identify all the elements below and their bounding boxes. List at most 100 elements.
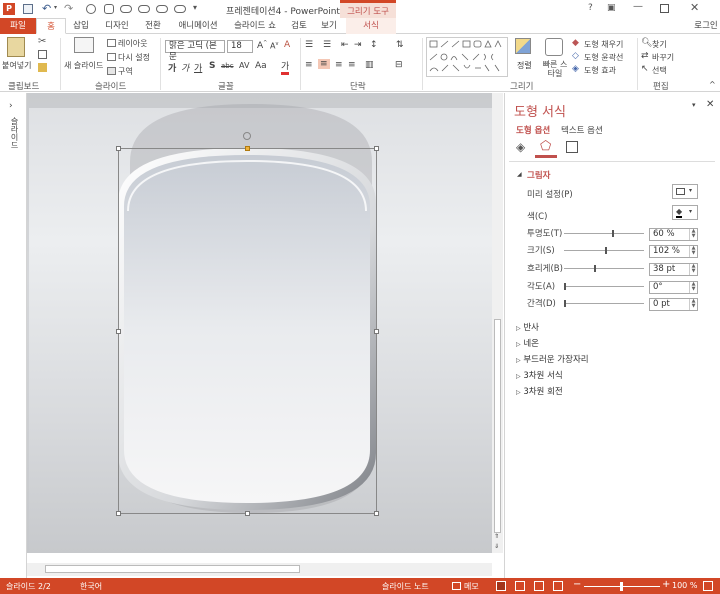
quick-access-shape-icon[interactable] (86, 4, 96, 14)
text-direction-icon[interactable]: ⇅ (396, 40, 404, 50)
close-icon[interactable]: ✕ (690, 1, 699, 14)
spinner-arrows-icon[interactable]: ▲ ▼ (689, 299, 697, 310)
slideshow-icon[interactable] (553, 581, 563, 591)
zoom-slider-thumb[interactable] (620, 582, 623, 591)
preset-dropdown[interactable]: ▾ (672, 184, 698, 199)
scroll-down-icon[interactable]: ⇓ (494, 543, 499, 550)
quick-access-cloud2-icon[interactable] (138, 5, 150, 13)
vertical-scrollbar[interactable]: ⇑ ⇓ (492, 93, 503, 553)
quick-access-cloud3-icon[interactable] (156, 5, 168, 13)
tab-text-options[interactable]: 텍스트 옵션 (561, 124, 603, 136)
tab-shape-options[interactable]: 도형 옵션 (516, 124, 550, 136)
reflection-section[interactable]: ▷ 반사 (516, 321, 539, 333)
glow-section[interactable]: ▷ 네온 (516, 337, 539, 349)
reading-view-icon[interactable] (534, 581, 544, 591)
bullets-icon[interactable]: ☰ (305, 40, 313, 50)
shadow-field-slider-thumb[interactable] (564, 300, 566, 307)
align-right-icon[interactable]: ≡ (335, 60, 343, 70)
select-button[interactable]: 선택 (652, 65, 667, 76)
arrange-icon[interactable] (515, 38, 531, 54)
shape-effects-button[interactable]: 도형 효과 (584, 65, 616, 76)
columns-icon[interactable]: ▥ (365, 60, 374, 70)
collapse-ribbon-icon[interactable]: ^ (709, 80, 716, 89)
spinner-arrows-icon[interactable]: ▲ ▼ (689, 229, 697, 240)
resize-handle-s[interactable] (245, 511, 250, 516)
rotate-handle-icon[interactable] (243, 132, 251, 140)
char-spacing-icon[interactable]: AV (239, 61, 249, 70)
expand-pane-icon[interactable]: › (9, 101, 13, 111)
font-name-select[interactable]: 맑은 고딕 (본문 (165, 40, 225, 62)
layout-button[interactable]: 레이아웃 (118, 38, 147, 49)
quick-styles-button[interactable]: 빠른 스타일 (540, 60, 570, 78)
align-text-icon[interactable]: ⊟ (395, 60, 403, 70)
tab-file[interactable]: 파일 (0, 18, 36, 34)
normal-view-icon[interactable] (496, 581, 506, 591)
increase-indent-icon[interactable]: ⇥ (354, 40, 362, 50)
shadow-field-slider[interactable] (564, 268, 644, 269)
size-properties-icon[interactable] (566, 141, 578, 153)
shapes-gallery[interactable] (426, 37, 508, 77)
tab-review[interactable]: 검토 (285, 18, 313, 34)
resize-handle-e[interactable] (374, 329, 379, 334)
effects-icon[interactable]: ⬠ (540, 139, 551, 154)
font-color-icon[interactable]: 가 (281, 59, 290, 75)
tab-format[interactable]: 서식 (346, 18, 396, 34)
color-dropdown[interactable]: ◆ ▾ (672, 205, 698, 220)
strikethrough-icon[interactable]: abc (221, 62, 234, 70)
undo-dropdown-icon[interactable]: ▾ (54, 4, 57, 11)
resize-handle-se[interactable] (374, 511, 379, 516)
shadow-field-slider-thumb[interactable] (605, 247, 607, 254)
grow-font-icon[interactable]: A^ (257, 40, 267, 51)
shadow-field-slider-thumb[interactable] (612, 230, 614, 237)
italic-icon[interactable]: 가 (181, 61, 189, 74)
shadow-field-input[interactable]: 0° ▲ ▼ (649, 281, 698, 294)
align-left-icon[interactable]: ≡ (305, 60, 313, 70)
language-indicator[interactable]: 한국어 (80, 581, 102, 592)
shrink-font-icon[interactable]: Av (270, 41, 278, 51)
new-slide-button[interactable]: 새 슬라이드 (64, 60, 103, 71)
shadow-field-input[interactable]: 0 pt ▲ ▼ (649, 298, 698, 311)
shadow-field-input[interactable]: 60 % ▲ ▼ (649, 228, 698, 241)
redo-icon[interactable]: ↷ (64, 2, 73, 15)
tab-design[interactable]: 디자인 (98, 18, 136, 34)
shadow-section-header[interactable]: 그림자 (527, 169, 550, 181)
paste-icon[interactable] (7, 37, 25, 57)
clear-format-icon[interactable]: A (284, 40, 290, 50)
shadow-field-input[interactable]: 102 % ▲ ▼ (649, 245, 698, 258)
fit-slide-icon[interactable] (703, 581, 713, 591)
zoom-level[interactable]: 100 % (672, 581, 697, 590)
undo-icon[interactable]: ↶ (42, 2, 51, 15)
quick-styles-icon[interactable] (545, 38, 563, 56)
cut-icon[interactable]: ✂ (38, 36, 46, 47)
minimize-icon[interactable]: — (633, 1, 643, 12)
notes-button[interactable]: 슬라이드 노트 (382, 581, 429, 592)
shape-fill-button[interactable]: 도형 채우기 (584, 39, 623, 50)
resize-handle-ne[interactable] (374, 146, 379, 151)
3d-rotation-section[interactable]: ▷ 3차원 회전 (516, 385, 563, 397)
scroll-thumb[interactable] (494, 319, 501, 533)
numbering-icon[interactable]: ☰ (323, 40, 331, 50)
zoom-in-icon[interactable]: + (662, 579, 670, 590)
tab-slideshow[interactable]: 슬라이드 쇼 (228, 18, 282, 34)
tab-transitions[interactable]: 전환 (137, 18, 169, 34)
shape-outline-button[interactable]: 도형 윤곽선 (584, 52, 623, 63)
fill-line-icon[interactable]: ◈ (516, 140, 525, 154)
pane-close-icon[interactable]: ✕ (706, 99, 714, 110)
comments-button[interactable]: 메모 (464, 581, 479, 592)
shadow-field-slider-thumb[interactable] (594, 265, 596, 272)
quick-access-shape2-icon[interactable] (104, 4, 114, 14)
resize-handle-nw[interactable] (116, 146, 121, 151)
shadow-field-input[interactable]: 38 pt ▲ ▼ (649, 263, 698, 276)
resize-handle-w[interactable] (116, 329, 121, 334)
quick-access-more-icon[interactable]: ▾ (193, 3, 197, 12)
spinner-arrows-icon[interactable]: ▲ ▼ (689, 282, 697, 293)
horizontal-scrollbar[interactable] (27, 563, 492, 576)
zoom-out-icon[interactable]: − (573, 579, 581, 590)
3d-format-section[interactable]: ▷ 3차원 서식 (516, 369, 563, 381)
shadow-text-icon[interactable]: S (209, 61, 215, 71)
hscroll-thumb[interactable] (45, 565, 300, 573)
slide-sorter-icon[interactable] (515, 581, 525, 591)
reset-button[interactable]: 다시 설정 (118, 52, 150, 63)
comments-icon[interactable] (452, 582, 461, 590)
spinner-arrows-icon[interactable]: ▲ ▼ (689, 246, 697, 257)
